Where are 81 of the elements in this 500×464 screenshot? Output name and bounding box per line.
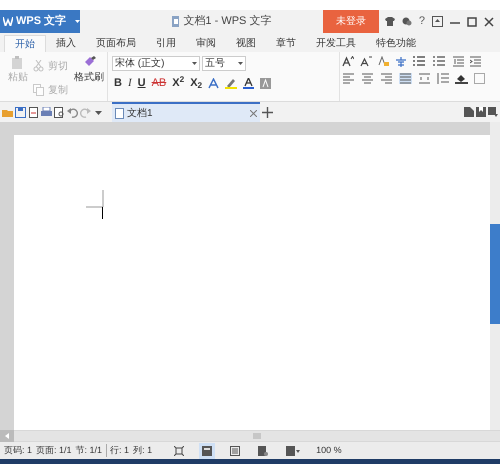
status-text: 节: 1/1 [76, 444, 102, 457]
ribbon-tab[interactable]: 引用 [146, 35, 186, 52]
paste-icon [11, 56, 25, 69]
dropdown-arrow-icon [75, 20, 80, 23]
save-icon[interactable] [15, 106, 26, 118]
ribbon-tab[interactable]: 页面布局 [86, 35, 146, 52]
grip-icon [253, 433, 261, 439]
close-icon[interactable] [484, 16, 494, 26]
phonetic-icon[interactable] [395, 56, 407, 67]
print-icon[interactable] [41, 106, 52, 118]
left-arrow-icon [4, 433, 10, 439]
line-spacing-icon[interactable] [437, 73, 449, 84]
dropdown-arrow-icon [238, 62, 243, 65]
ribbon-tab[interactable]: 开发工具 [306, 35, 366, 52]
status-text: 页码: 1 [4, 444, 32, 457]
restore-ribbon-icon[interactable] [432, 16, 443, 27]
undo-icon[interactable] [67, 106, 78, 118]
ribbon-tab[interactable]: 特色功能 [366, 35, 426, 52]
borders-icon[interactable] [474, 73, 485, 84]
page-icon[interactable] [464, 107, 474, 117]
vertical-scrollbar[interactable] [490, 122, 500, 430]
ribbon-tab[interactable]: 插入 [46, 35, 86, 52]
horizontal-scrollbar[interactable] [14, 431, 500, 441]
status-text: 页面: 1/1 [36, 444, 72, 457]
margin-corner-icon [86, 190, 104, 208]
underline-button[interactable]: U [138, 75, 146, 92]
strike-button[interactable]: AB [152, 75, 166, 92]
ribbon-tab[interactable]: 开始 [4, 35, 46, 52]
status-text: 列: 1 [133, 444, 152, 457]
script-button[interactable]: X$_{2}$ [190, 75, 202, 92]
shirt-icon[interactable] [384, 17, 395, 26]
text-cursor [102, 207, 103, 219]
app-menu-button[interactable]: WPS 文字 [0, 10, 80, 33]
help-button[interactable]: ? [418, 13, 425, 30]
web-view-icon[interactable] [258, 446, 268, 456]
ribbon-tab[interactable]: 审阅 [186, 35, 226, 52]
distribute-icon[interactable] [418, 73, 431, 84]
print-preview-icon[interactable] [54, 106, 65, 118]
document-icon [115, 108, 124, 118]
align-right-icon[interactable] [380, 73, 393, 84]
shrink-font-icon[interactable] [360, 56, 372, 67]
clear-format-icon[interactable] [378, 56, 389, 67]
new-tab-icon[interactable] [262, 106, 273, 118]
align-left-icon[interactable] [342, 73, 355, 84]
character-shading-icon[interactable] [260, 78, 272, 89]
document-tab[interactable]: 文档1 [112, 102, 260, 122]
outline-view-icon[interactable] [230, 446, 240, 456]
numbered-list-icon[interactable] [433, 56, 447, 67]
window-title: 文档1 - WPS 文字 [183, 14, 272, 30]
ribbon-tab[interactable]: 章节 [266, 35, 306, 52]
copy-icon [33, 84, 47, 98]
export-icon[interactable] [28, 106, 39, 118]
document-icon [171, 16, 180, 27]
maximize-icon[interactable] [467, 16, 477, 26]
painter-button[interactable]: 格式刷 [71, 56, 107, 101]
dropdown-arrow-icon [192, 62, 197, 65]
align-center-icon[interactable] [361, 73, 374, 84]
reading-view-icon[interactable] [286, 446, 300, 456]
bold-button[interactable]: B [114, 75, 122, 92]
close-icon [250, 110, 257, 116]
font-name-field[interactable]: 宋体 (正文) [112, 56, 200, 71]
bookmark-icon[interactable] [476, 107, 486, 117]
zoom-level: 100 % [316, 444, 343, 457]
script-button[interactable]: X$^{2}$ [172, 75, 184, 92]
font-size-field[interactable]: 五号 [202, 56, 246, 71]
chat-icon[interactable] [402, 17, 412, 26]
bullet-list-icon[interactable] [413, 56, 427, 67]
font-color-icon[interactable] [243, 78, 254, 89]
ribbon-tab[interactable]: 视图 [226, 35, 266, 52]
justify-icon[interactable] [399, 73, 412, 84]
text-effect-icon[interactable] [208, 78, 220, 89]
sidebar-toggle-icon[interactable] [488, 107, 498, 117]
status-text: 行: 1 [106, 444, 130, 458]
full-screen-icon[interactable] [174, 446, 184, 456]
italic-button[interactable]: I [128, 75, 132, 92]
grow-font-icon[interactable] [342, 56, 354, 67]
increase-indent-icon[interactable] [470, 56, 481, 67]
shading-icon[interactable] [455, 73, 468, 84]
decrease-indent-icon[interactable] [453, 56, 464, 67]
highlight-icon[interactable] [225, 78, 238, 89]
wps-logo-icon [3, 17, 13, 26]
